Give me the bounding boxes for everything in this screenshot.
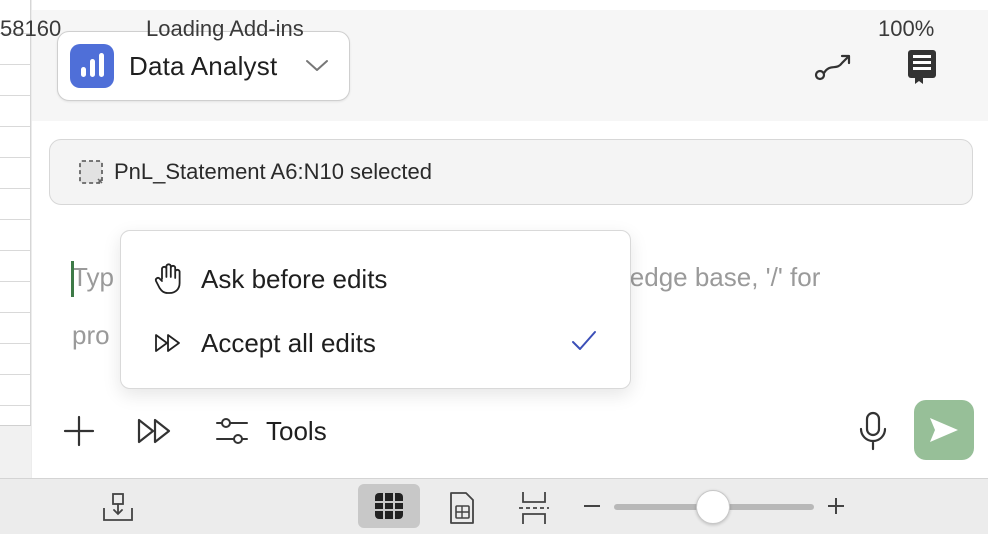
checkmark-icon — [572, 331, 596, 350]
pane-top-strip — [32, 0, 988, 10]
add-button[interactable] — [62, 410, 96, 452]
spreadsheet-grid-edge — [0, 0, 31, 478]
plus-icon — [63, 415, 95, 447]
selection-context-chip: PnL_Statement A6:N10 selected — [49, 139, 973, 205]
page-break-view-button[interactable] — [516, 488, 552, 528]
send-button[interactable] — [914, 400, 974, 460]
fast-forward-icon — [137, 418, 171, 444]
text-caret — [71, 261, 74, 297]
menu-item-accept-all-edits[interactable]: Accept all edits — [121, 313, 630, 373]
tools-button[interactable]: Tools — [214, 410, 327, 452]
sliders-icon — [216, 418, 248, 444]
range-selection-icon — [79, 160, 103, 184]
menu-item-label: Accept all edits — [201, 327, 376, 358]
minus-icon — [584, 505, 600, 507]
book-icon[interactable] — [901, 45, 943, 87]
bar-chart-icon — [70, 44, 114, 88]
fast-forward-icon — [155, 334, 180, 352]
normal-view-button[interactable] — [358, 484, 420, 528]
input-placeholder-line2: pro — [72, 320, 110, 350]
input-placeholder-start[interactable]: Typ — [72, 262, 114, 293]
addins-icon[interactable] — [100, 490, 136, 526]
tools-label: Tools — [266, 415, 327, 446]
input-placeholder-middle: ledge base, '/' for — [624, 262, 821, 292]
addins-status-label: Loading Add-ins — [146, 16, 304, 41]
chevron-down-icon — [306, 60, 328, 71]
agent-name: Data Analyst — [129, 50, 278, 81]
sheet-tab-area — [0, 425, 31, 478]
menu-item-label: Ask before edits — [201, 263, 388, 294]
zoom-out-button[interactable] — [580, 494, 604, 518]
page-layout-view-button[interactable] — [446, 488, 478, 528]
zoom-percent[interactable]: 100% — [878, 16, 934, 42]
page-break-icon — [519, 492, 549, 524]
edit-mode-button[interactable] — [136, 410, 174, 452]
microphone-icon — [859, 411, 887, 451]
status-cell-value: 58160 — [0, 16, 62, 41]
hand-icon — [154, 263, 181, 294]
plus-icon — [828, 498, 844, 514]
menu-item-ask-before-edits[interactable]: Ask before edits — [121, 249, 630, 309]
zoom-in-button[interactable] — [824, 494, 848, 518]
route-icon[interactable] — [813, 45, 855, 87]
send-icon — [930, 418, 958, 442]
grid-icon — [375, 493, 403, 519]
page-icon — [450, 492, 474, 524]
microphone-button[interactable] — [858, 410, 888, 452]
zoom-slider-thumb[interactable] — [696, 490, 730, 524]
selection-text: PnL_Statement A6:N10 selected — [114, 159, 432, 184]
edit-mode-menu: Ask before edits Accept all edits — [120, 230, 631, 389]
